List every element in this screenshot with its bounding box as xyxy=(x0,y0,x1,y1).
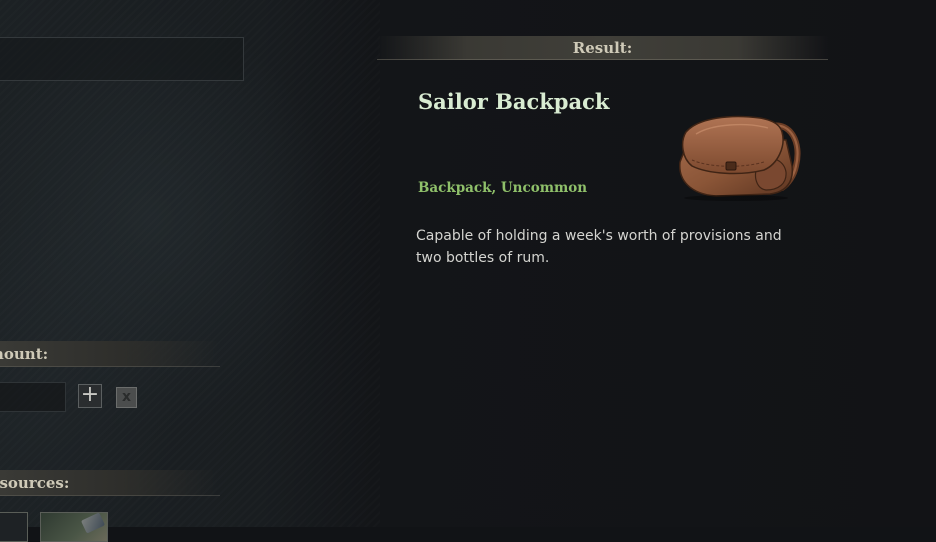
clear-amount-button[interactable]: x xyxy=(116,387,137,408)
item-type: Backpack, Uncommon xyxy=(418,180,588,196)
amount-section-header: mount: xyxy=(0,341,220,367)
resources-label: resources: xyxy=(0,474,70,492)
resource-item-icon xyxy=(80,512,106,534)
amount-input[interactable] xyxy=(0,382,66,412)
item-name-field[interactable] xyxy=(0,37,244,81)
item-name: Sailor Backpack xyxy=(418,89,610,114)
resource-slot[interactable] xyxy=(0,512,28,542)
increase-amount-button[interactable]: + xyxy=(78,384,102,408)
amount-label: mount: xyxy=(0,345,49,363)
resource-slot[interactable] xyxy=(40,512,108,542)
result-header: Result: xyxy=(377,36,828,60)
leather-backpack-icon xyxy=(668,110,804,202)
item-description: Capable of holding a week's worth of pro… xyxy=(416,228,782,266)
resources-section-header: resources: xyxy=(0,470,220,496)
result-label: Result: xyxy=(572,39,633,57)
